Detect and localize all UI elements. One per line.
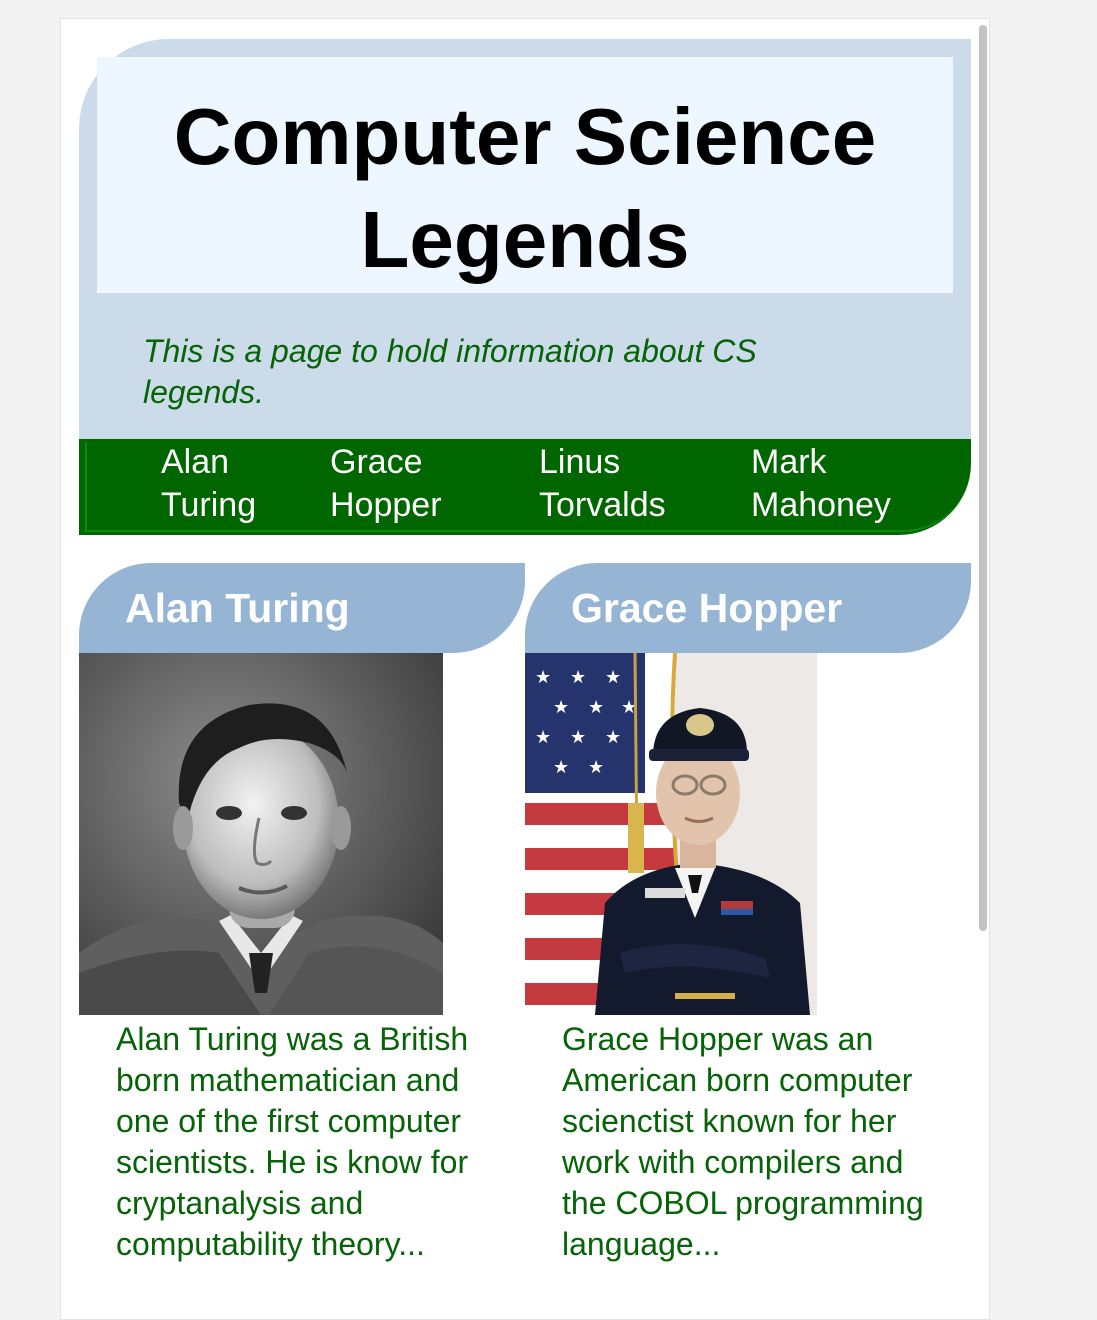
nav-item-label-line2: Torvalds <box>539 486 666 524</box>
svg-text:★: ★ <box>588 697 604 718</box>
nav-item-label-line1: Mark <box>751 443 827 481</box>
page-viewport: Computer Science Legends This is a page … <box>60 18 990 1320</box>
nav-item-label-line2: Turing <box>161 486 257 524</box>
card-description: Grace Hopper was an American born comput… <box>562 1021 924 1262</box>
nav-item-label-line1: Grace <box>330 443 423 481</box>
page-title: Computer Science Legends <box>173 92 877 284</box>
grace-hopper-photo: ★ ★ ★ ★ ★ ★ ★ ★ ★ ★ ★ <box>525 653 817 1015</box>
card-name: Alan Turing <box>125 585 350 631</box>
card-header: Alan Turing <box>79 563 525 653</box>
alan-turing-photo <box>79 653 443 1015</box>
scrollbar[interactable] <box>977 23 987 1303</box>
title-box: Computer Science Legends <box>97 57 953 293</box>
nav-item-label-line2: Mahoney <box>751 486 891 524</box>
svg-text:★: ★ <box>605 667 621 688</box>
svg-text:★: ★ <box>605 727 621 748</box>
card-description: Alan Turing was a British born mathemati… <box>116 1021 469 1262</box>
nav-item-alan-turing[interactable]: Alan Turing <box>161 441 256 527</box>
card-name: Grace Hopper <box>571 585 843 631</box>
legend-card-grace-hopper: Grace Hopper ★ ★ ★ ★ ★ ★ ★ ★ ★ ★ ★ Grace… <box>525 563 971 1319</box>
legend-card-alan-turing: Alan Turing Alan Turing was a British bo… <box>79 563 525 1319</box>
svg-text:★: ★ <box>553 757 569 778</box>
card-header: Grace Hopper <box>525 563 971 653</box>
svg-text:★: ★ <box>570 727 586 748</box>
nav-item-grace-hopper[interactable]: Grace Hopper <box>330 441 442 527</box>
nav-item-label-line1: Linus <box>539 443 621 481</box>
scrollbar-thumb[interactable] <box>979 25 987 931</box>
svg-text:★: ★ <box>535 667 551 688</box>
nav-bar: Alan Turing Grace Hopper Linus Torvalds … <box>79 439 971 535</box>
nav-item-linus-torvalds[interactable]: Linus Torvalds <box>539 441 666 527</box>
nav-item-mark-mahoney[interactable]: Mark Mahoney <box>751 441 891 527</box>
page-header: Computer Science Legends This is a page … <box>79 39 971 439</box>
nav-item-label-line2: Hopper <box>330 486 442 524</box>
svg-text:★: ★ <box>553 697 569 718</box>
page-tagline: This is a page to hold information about… <box>143 333 757 410</box>
svg-text:★: ★ <box>570 667 586 688</box>
nav-item-label-line1: Alan <box>161 443 230 481</box>
svg-text:★: ★ <box>588 757 604 778</box>
svg-text:★: ★ <box>535 727 551 748</box>
